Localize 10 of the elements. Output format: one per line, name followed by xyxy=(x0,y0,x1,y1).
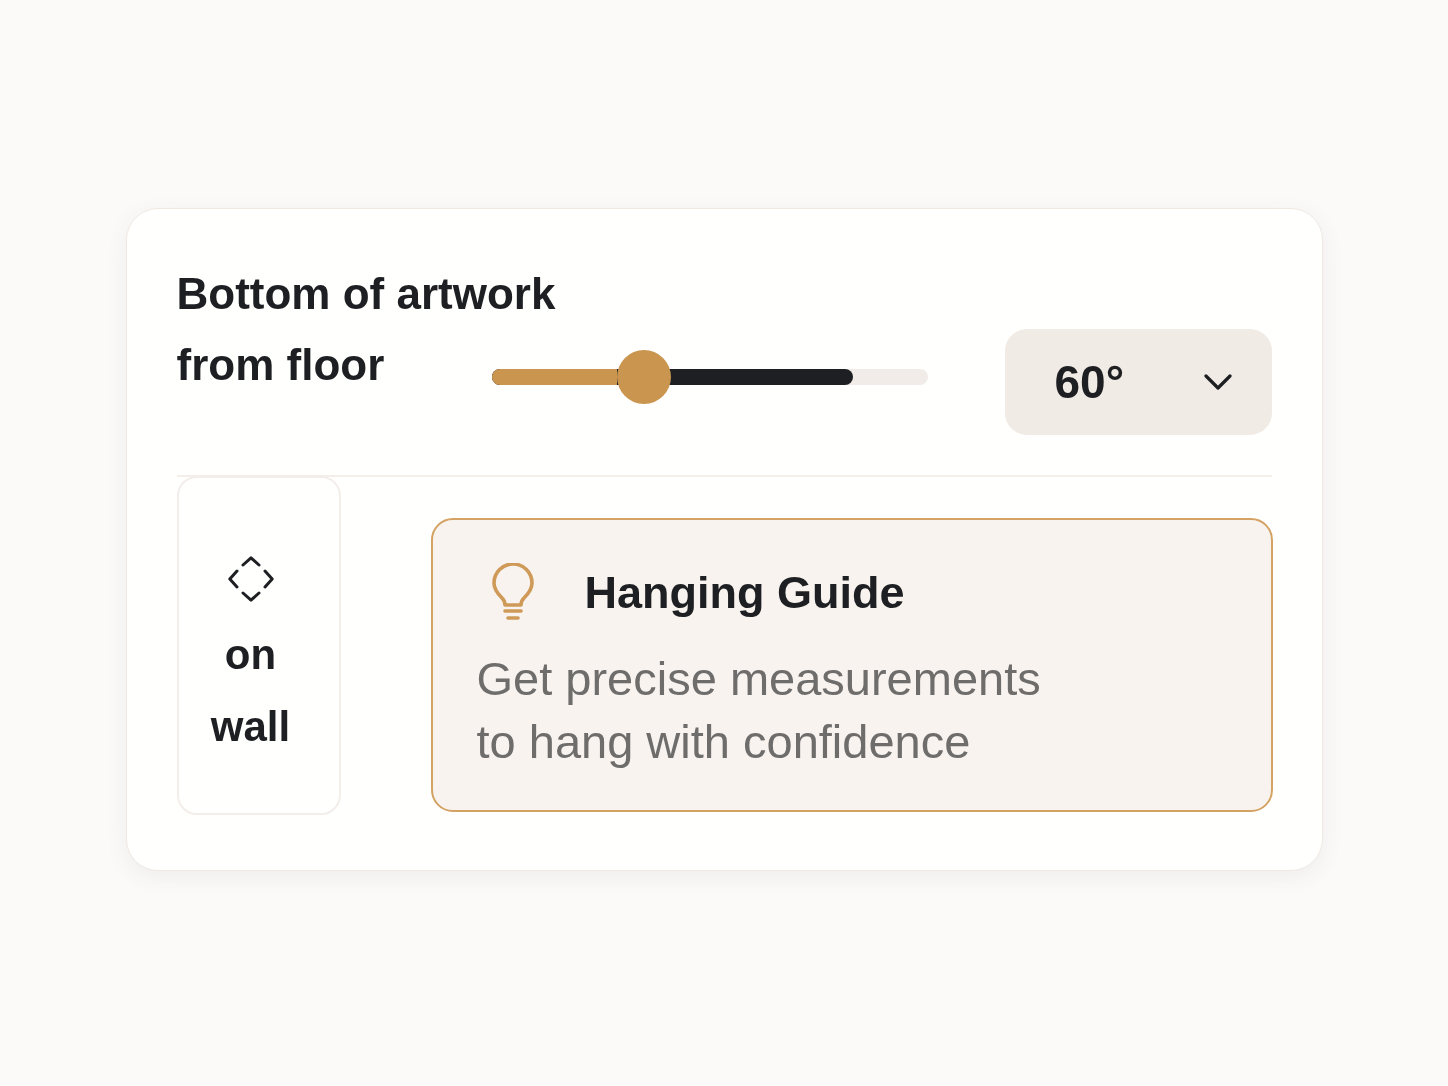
placement-tile[interactable]: on wall xyxy=(176,476,341,815)
tip-title: Hanging Guide xyxy=(584,566,905,619)
chevron-down-icon xyxy=(1203,374,1232,390)
slider-thumb[interactable] xyxy=(617,350,672,404)
setting-label: from floor xyxy=(176,339,385,391)
diamond-icon xyxy=(227,556,274,602)
setting-label: Bottom of artwork xyxy=(176,268,556,320)
tip-text: Get precise measurements to hang with confidence xyxy=(476,651,1042,770)
dropdown[interactable]: 60° xyxy=(1004,329,1272,435)
lightbulb-icon xyxy=(491,563,534,622)
